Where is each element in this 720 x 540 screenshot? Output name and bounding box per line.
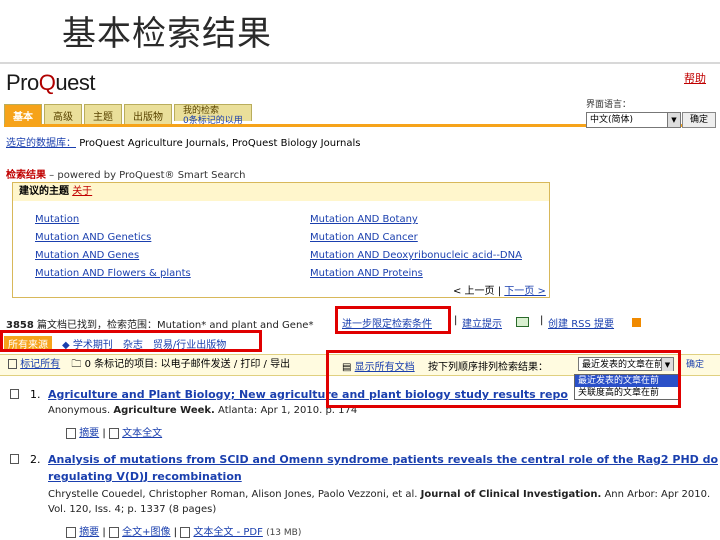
- result-checkbox[interactable]: [10, 389, 19, 402]
- abstract-link[interactable]: 摘要: [79, 527, 99, 538]
- pdf-link[interactable]: 文本全文 - PDF: [193, 527, 262, 538]
- pdf-icon: [180, 526, 191, 538]
- title-divider: [0, 62, 720, 64]
- suggested-topic[interactable]: Mutation AND Genetics: [35, 232, 151, 243]
- result-title[interactable]: Analysis of mutations from SCID and Omen…: [48, 453, 718, 466]
- tab-my-search[interactable]: 我的检索 0条标记的以用: [174, 104, 252, 126]
- suggested-topics-title: 建议的主题: [19, 186, 69, 197]
- search-results-label: 检索结果: [6, 170, 46, 181]
- result-number: 1.: [30, 388, 41, 401]
- email-icon: [516, 317, 529, 330]
- search-tabs: 基本 高级 主题 出版物 我的检索 0条标记的以用: [4, 104, 252, 126]
- language-label: 界面语言：: [586, 100, 632, 110]
- highlight-narrow-search: [335, 306, 451, 334]
- fulltext-image-icon: [108, 526, 119, 538]
- suggested-pager: < 上一页 | 下一页 >: [453, 286, 546, 297]
- full-text-image-link[interactable]: 全文+图像: [122, 527, 170, 538]
- abstract-icon: [66, 526, 76, 538]
- suggested-topic[interactable]: Mutation AND Deoxyribonucleic acid--DNA: [310, 250, 522, 261]
- create-rss-link[interactable]: 创建 RSS 提要: [548, 315, 614, 330]
- result-links: 摘要 | 文本全文: [66, 424, 162, 439]
- marked-items-actions[interactable]: 0 条标记的项目: 以电子邮件发送 / 打印 / 导出: [85, 359, 291, 370]
- chevron-down-icon: ▼: [667, 113, 680, 127]
- about-link[interactable]: 关于: [72, 186, 92, 197]
- sort-confirm-button[interactable]: 确定: [686, 357, 704, 370]
- abstract-icon: [66, 427, 76, 439]
- result-citation: Anonymous. Agriculture Week. Atlanta: Ap…: [48, 405, 358, 416]
- tab-topics[interactable]: 主题: [84, 104, 122, 125]
- prev-page-link[interactable]: < 上一页: [453, 286, 495, 297]
- result-number: 2.: [30, 453, 41, 466]
- folder-icon: 🗀: [71, 359, 82, 370]
- databases-label[interactable]: 选定的数据库：: [6, 138, 76, 149]
- suggested-topics-box: 建议的主题 关于 Mutation Mutation AND Genetics …: [12, 182, 550, 298]
- full-text-link[interactable]: 文本全文: [122, 428, 162, 439]
- mark-all-checkbox[interactable]: [8, 359, 17, 369]
- help-link[interactable]: 帮助: [684, 70, 706, 86]
- highlight-source-tabs: [0, 330, 262, 352]
- smart-search-credit: – powered by ProQuest® Smart Search: [46, 170, 246, 181]
- abstract-link[interactable]: 摘要: [79, 428, 99, 439]
- highlight-sort-controls: [326, 350, 681, 408]
- search-results-header: 检索结果 – powered by ProQuest® Smart Search: [6, 166, 246, 181]
- fulltext-icon: [108, 427, 119, 439]
- create-alert-link[interactable]: 建立提示: [462, 315, 502, 330]
- suggested-topics-header: 建议的主题 关于: [13, 183, 549, 201]
- suggested-topic[interactable]: Mutation AND Genes: [35, 250, 139, 261]
- suggested-topic[interactable]: Mutation AND Botany: [310, 214, 418, 225]
- rss-icon: [632, 317, 641, 330]
- divider: |: [540, 315, 544, 326]
- result-title-cont[interactable]: regulating V(D)J recombination: [48, 470, 242, 483]
- pdf-size: (13 MB): [266, 528, 302, 538]
- result-links: 摘要 | 全文+图像 | 文本全文 - PDF (13 MB): [66, 523, 301, 538]
- result-count-line: 3858 篇文档已找到，检索范围：Mutation* and plant and…: [6, 316, 313, 331]
- language-confirm-button[interactable]: 确定: [682, 112, 716, 128]
- tab-basic[interactable]: 基本: [4, 104, 42, 125]
- next-page-link[interactable]: 下一页 >: [504, 286, 546, 297]
- result-checkbox[interactable]: [10, 454, 19, 467]
- suggested-topic[interactable]: Mutation AND Proteins: [310, 268, 423, 279]
- database-line: 选定的数据库： ProQuest Agriculture Journals, P…: [6, 134, 360, 149]
- language-select[interactable]: 中文(简体) ▼: [586, 112, 681, 128]
- suggested-topic[interactable]: Mutation: [35, 214, 79, 225]
- divider: |: [454, 315, 458, 326]
- mark-all-link[interactable]: 标记所有: [20, 359, 60, 370]
- databases-value: ProQuest Agriculture Journals, ProQuest …: [79, 138, 361, 149]
- result-citation: Chrystelle Couedel, Christopher Roman, A…: [48, 489, 711, 500]
- suggested-topic[interactable]: Mutation AND Flowers & plants: [35, 268, 191, 279]
- tab-publications[interactable]: 出版物: [124, 104, 172, 125]
- tab-my-search-label: 我的检索: [183, 106, 220, 116]
- tab-advanced[interactable]: 高级: [44, 104, 82, 125]
- slide-title: 基本检索结果: [62, 14, 272, 54]
- result-volume: Vol. 120, Iss. 4; p. 1337 (8 pages): [48, 504, 217, 515]
- proquest-logo[interactable]: ProQuest: [6, 70, 95, 96]
- suggested-topic[interactable]: Mutation AND Cancer: [310, 232, 418, 243]
